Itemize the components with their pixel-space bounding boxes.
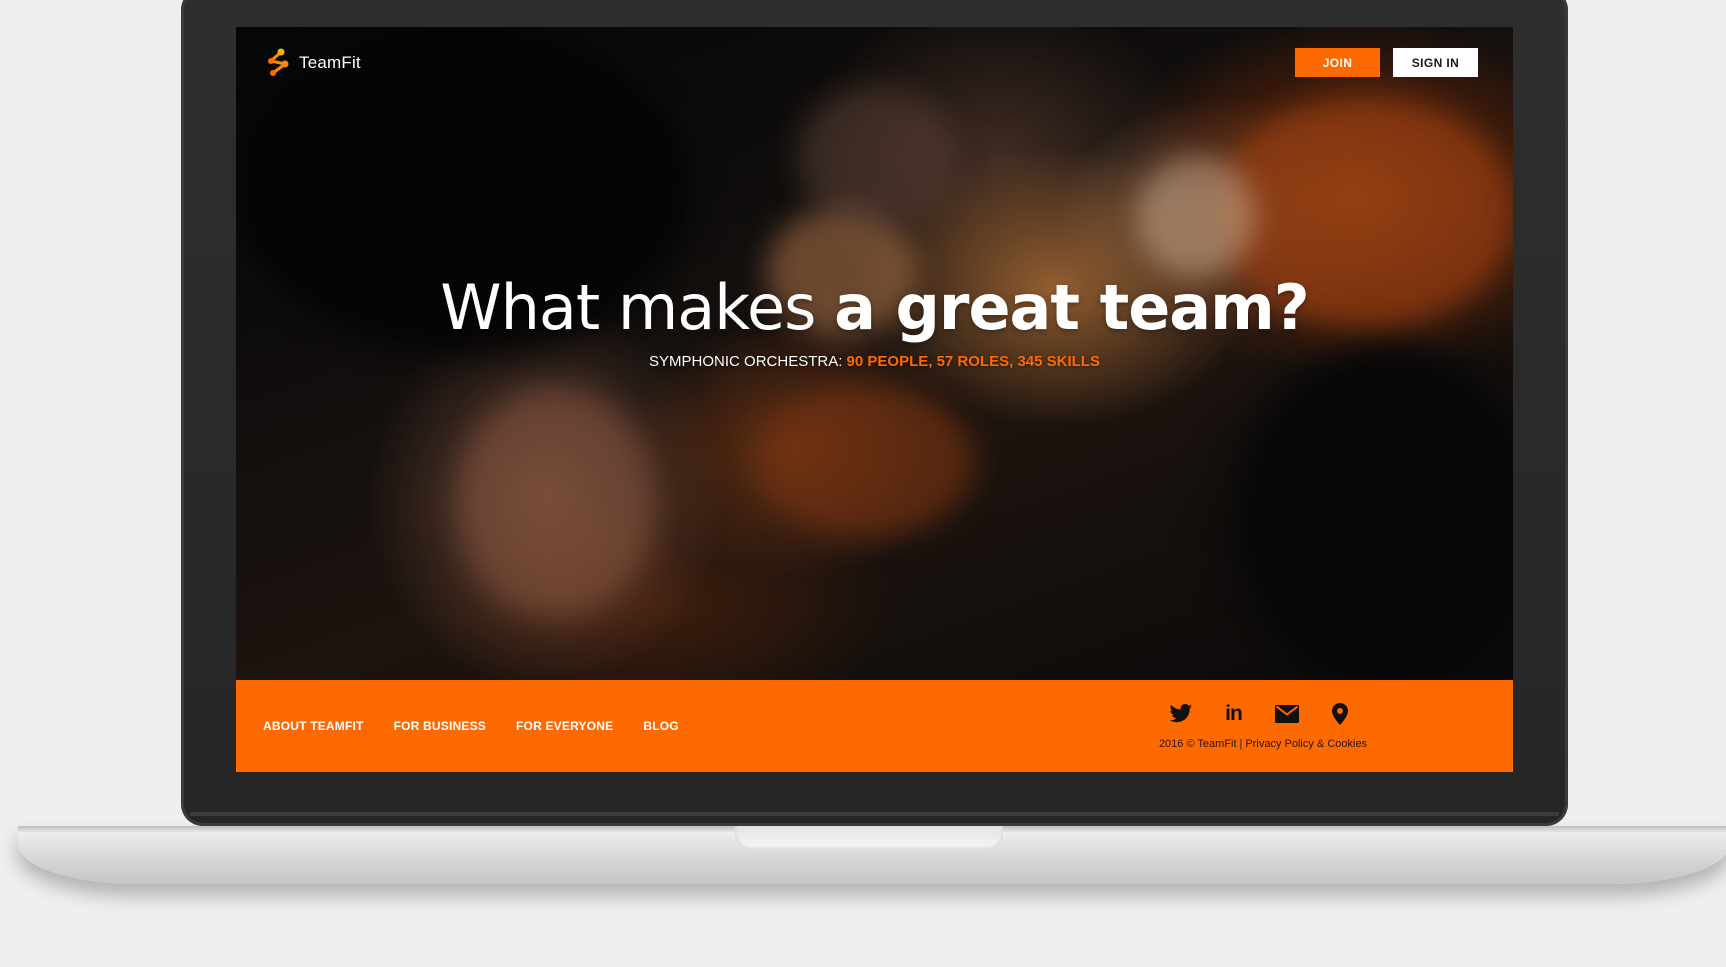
device-mockup: TeamFit JOIN SIGN IN What makes a great … <box>0 0 1726 967</box>
linkedin-icon[interactable]: in <box>1207 702 1260 726</box>
hero-headline: What makes a great team? <box>236 273 1513 343</box>
footer-nav: ABOUT TEAMFIT FOR BUSINESS FOR EVERYONE … <box>263 719 709 733</box>
sign-in-button[interactable]: SIGN IN <box>1393 48 1478 77</box>
hero-background-image: TeamFit JOIN SIGN IN What makes a great … <box>236 27 1513 680</box>
twitter-icon[interactable] <box>1154 702 1207 726</box>
privacy-policy-link[interactable]: Privacy Policy & Cookies <box>1245 738 1367 750</box>
teamfit-logo-icon <box>263 47 291 79</box>
copyright-line: 2016 © TeamFit | Privacy Policy & Cookies <box>1136 738 1390 750</box>
linkedin-glyph: in <box>1225 702 1243 725</box>
laptop-screen: TeamFit JOIN SIGN IN What makes a great … <box>236 27 1513 772</box>
hero-headline-bold: a great team? <box>834 271 1310 344</box>
hero-headline-light: What makes <box>440 271 835 344</box>
copyright-separator: | <box>1239 738 1243 750</box>
laptop-notch <box>735 826 1003 850</box>
teamfit-logo-text: TeamFit <box>299 53 361 72</box>
hero-subline: SYMPHONIC ORCHESTRA: 90 PEOPLE, 57 ROLES… <box>236 353 1513 370</box>
location-pin-icon[interactable] <box>1313 702 1366 726</box>
footer-link-blog[interactable]: BLOG <box>643 719 678 733</box>
laptop-hinge <box>190 812 1559 816</box>
copyright-text: 2016 © TeamFit <box>1158 738 1237 750</box>
social-links: in <box>1154 702 1366 726</box>
mail-icon[interactable] <box>1260 702 1313 726</box>
hero-subline-stats: 90 PEOPLE, 57 ROLES, 345 SKILLS <box>846 353 1100 370</box>
hero-subline-prefix: SYMPHONIC ORCHESTRA: <box>649 353 847 370</box>
footer-link-about-teamfit[interactable]: ABOUT TEAMFIT <box>263 719 364 733</box>
teamfit-logo[interactable]: TeamFit <box>263 47 361 79</box>
site-footer: ABOUT TEAMFIT FOR BUSINESS FOR EVERYONE … <box>236 680 1513 772</box>
footer-link-for-business[interactable]: FOR BUSINESS <box>394 719 486 733</box>
footer-link-for-everyone[interactable]: FOR EVERYONE <box>516 719 613 733</box>
join-button[interactable]: JOIN <box>1295 48 1380 77</box>
